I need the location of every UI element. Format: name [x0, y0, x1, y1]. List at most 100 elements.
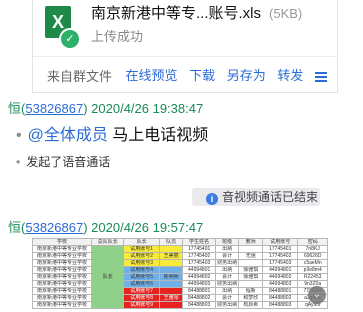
- sheet-header-cell: 教师: [238, 238, 264, 246]
- message-timestamp: 2020/4/26 19:38:47: [91, 101, 204, 116]
- sheet-header-cell: 队员: [158, 238, 184, 246]
- bullet-dot: •: [16, 155, 21, 169]
- sheet-cell: 试用账号8: [123, 294, 160, 302]
- forward-button[interactable]: 转发: [277, 68, 303, 83]
- sheet-cell: 试用账号7: [123, 287, 160, 295]
- sheet-cell: 陈明师: [158, 273, 184, 281]
- sheet-cell: [158, 259, 184, 267]
- sheet-cell: [238, 280, 264, 288]
- sheet-cell: 有辰希: [238, 301, 264, 309]
- sheet-cell: 84488801: [182, 287, 216, 295]
- sheet-cell: 17745401: [182, 245, 216, 253]
- sheet-cell: 财务出纳: [214, 301, 240, 309]
- sheet-cell: 44994802: [182, 273, 216, 281]
- sheet-cell: [158, 287, 184, 295]
- sheet-cell: 17745402: [182, 252, 216, 260]
- scroll-down-icon[interactable]: ⌄: [308, 286, 326, 304]
- sheet-cell: 试用账号6: [123, 280, 160, 288]
- sheet-row: 南京新港中等专业学校 试用账号2 王美丽 17745402 会计 无阻 17745402 69…: [32, 252, 328, 260]
- sheet-cell: 试用账号1: [123, 245, 160, 253]
- more-menu-icon[interactable]: [315, 70, 327, 84]
- voice-call-started: 发起了语音通话: [26, 155, 111, 169]
- sheet-header-cell: 密码: [297, 238, 328, 246]
- sheet-cell: 南京新港中等专业学校: [32, 245, 92, 253]
- message-text: 马上电话视频: [107, 127, 209, 144]
- sheet-row: 南京新港中等专业学校 试用账号5 陈明师 44994802 会计 徐雅琪 44994802 R…: [32, 273, 328, 281]
- upload-success-check-icon: ✓: [59, 28, 81, 50]
- sheet-cell: 南京新港中等专业学校: [32, 287, 92, 295]
- file-name[interactable]: 南京新港中等专...账号.xls: [91, 5, 261, 22]
- sheet-row: 南京新港中等专业学校 试用账号4 44994801 出纳 徐雅琪 44994801 p3e8…: [32, 266, 328, 274]
- sheet-header-cell: 班级: [214, 238, 240, 246]
- spreadsheet-image[interactable]: 学校 总队队长 队长 队员 学生姓名 班级 教师 试用账号 密码 南京新港中等专…: [32, 238, 328, 309]
- sheet-cell: 无阻: [238, 252, 264, 260]
- sheet-cell: 队长: [90, 245, 125, 309]
- sheet-row: 南京新港中等专业学校 试用账号9 84488803 财务出纳 有辰希 84488803 qA…: [32, 301, 328, 309]
- sheet-cell: 徐雅琪: [238, 273, 264, 281]
- sheet-cell: 试用账号4: [123, 266, 160, 274]
- sheet-cell: 会计: [214, 252, 240, 260]
- sender-name[interactable]: 恒: [8, 220, 21, 235]
- sheet-cell: 44994803: [262, 280, 299, 288]
- sheet-header-cell: 总队队长: [90, 238, 125, 246]
- sheet-cell: c5aeMn: [297, 259, 328, 267]
- sheet-cell: 出纳: [214, 287, 240, 295]
- message-line: • 发起了语音通话: [16, 153, 110, 170]
- sheet-cell: 69626D: [297, 252, 328, 260]
- upload-status: 上传成功: [91, 29, 144, 44]
- sheet-cell: 出纳: [214, 266, 240, 274]
- sheet-cell: 会计: [214, 273, 240, 281]
- download-button[interactable]: 下载: [189, 68, 215, 83]
- sheet-cell: 和梦欣: [238, 294, 264, 302]
- sheet-cell: [238, 259, 264, 267]
- sheet-cell: 7n8KJ: [297, 245, 328, 253]
- preview-online-button[interactable]: 在线预览: [125, 68, 177, 83]
- sheet-header-cell: 试用账号: [262, 238, 299, 246]
- sheet-header-cell: 队长: [123, 238, 160, 246]
- sheet-cell: 南京新港中等专业学校: [32, 273, 92, 281]
- sheet-cell: 44994803: [182, 280, 216, 288]
- sheet-header-cell: 学生姓名: [182, 238, 216, 246]
- sheet-row: 南京新港中等专业学校 试用账号3 17745403 财务出纳 17745403 c5aeM…: [32, 259, 328, 267]
- sheet-cell: 试用账号3: [123, 259, 160, 267]
- call-ended-notice: i 音视频通话已结束: [192, 188, 320, 206]
- sheet-cell: 南京新港中等专业学校: [32, 301, 92, 309]
- info-icon: i: [206, 193, 218, 205]
- sheet-cell: 84488803: [182, 301, 216, 309]
- sheet-cell: 南京新港中等专业学校: [32, 266, 92, 274]
- message-timestamp: 2020/4/26 19:57:47: [91, 220, 204, 235]
- sheet-cell: 出纳: [214, 245, 240, 253]
- sheet-row: 南京新港中等专业学校 队长 试用账号1 17745401 出纳 17745401 7n8KJ: [32, 245, 328, 309]
- sheet-cell: 84488802: [262, 294, 299, 302]
- sender-uid-link[interactable]: 53826867: [25, 220, 83, 235]
- sheet-header-row: 学校 总队队长 队长 队员 学生姓名 班级 教师 试用账号 密码: [32, 238, 328, 246]
- file-name-row: 南京新港中等专...账号.xls (5KB): [91, 2, 302, 23]
- call-ended-text: 音视频通话已结束: [222, 190, 319, 204]
- sheet-cell: 南京新港中等专业学校: [32, 294, 92, 302]
- sheet-cell: 徐雅琪: [238, 266, 264, 274]
- message-header: 恒(53826867) 2020/4/26 19:38:47: [8, 101, 204, 116]
- mention-all[interactable]: @全体成员: [28, 127, 108, 144]
- sheet-cell: 南京新港中等专业学校: [32, 280, 92, 288]
- sheet-row: 南京新港中等专业学校试用账号784488801出纳程新844888017TH9A…: [32, 287, 328, 295]
- sheet-cell: 财务出纳: [214, 280, 240, 288]
- sheet-cell: 84488801: [262, 287, 299, 295]
- sender-name[interactable]: 恒: [8, 101, 21, 116]
- sheet-cell: 17745403: [262, 259, 299, 267]
- sheet-cell: [158, 301, 184, 309]
- sheet-cell: 王雅琴: [158, 294, 184, 302]
- sheet-cell: 财务出纳: [214, 259, 240, 267]
- sheet-cell: 试用账号5: [123, 273, 160, 281]
- file-source: 来自群文件: [47, 69, 113, 84]
- file-actions: 在线预览 下载 另存为 转发: [117, 65, 327, 84]
- message-header: 恒(53826867) 2020/4/26 19:57:47: [8, 220, 204, 235]
- sheet-cell: 84488802: [182, 294, 216, 302]
- sheet-cell: [158, 280, 184, 288]
- save-as-button[interactable]: 另存为: [227, 68, 266, 83]
- sheet-cell: 南京新港中等专业学校: [32, 259, 92, 267]
- file-message-card[interactable]: X ✓ 南京新港中等专...账号.xls (5KB) 上传成功 来自群文件 在线预…: [32, 0, 338, 93]
- sender-uid-link[interactable]: 53826867: [25, 101, 83, 116]
- sheet-cell: 试用账号9: [123, 301, 160, 309]
- sheet-cell: 程新: [238, 287, 264, 295]
- sheet-cell: 17745403: [182, 259, 216, 267]
